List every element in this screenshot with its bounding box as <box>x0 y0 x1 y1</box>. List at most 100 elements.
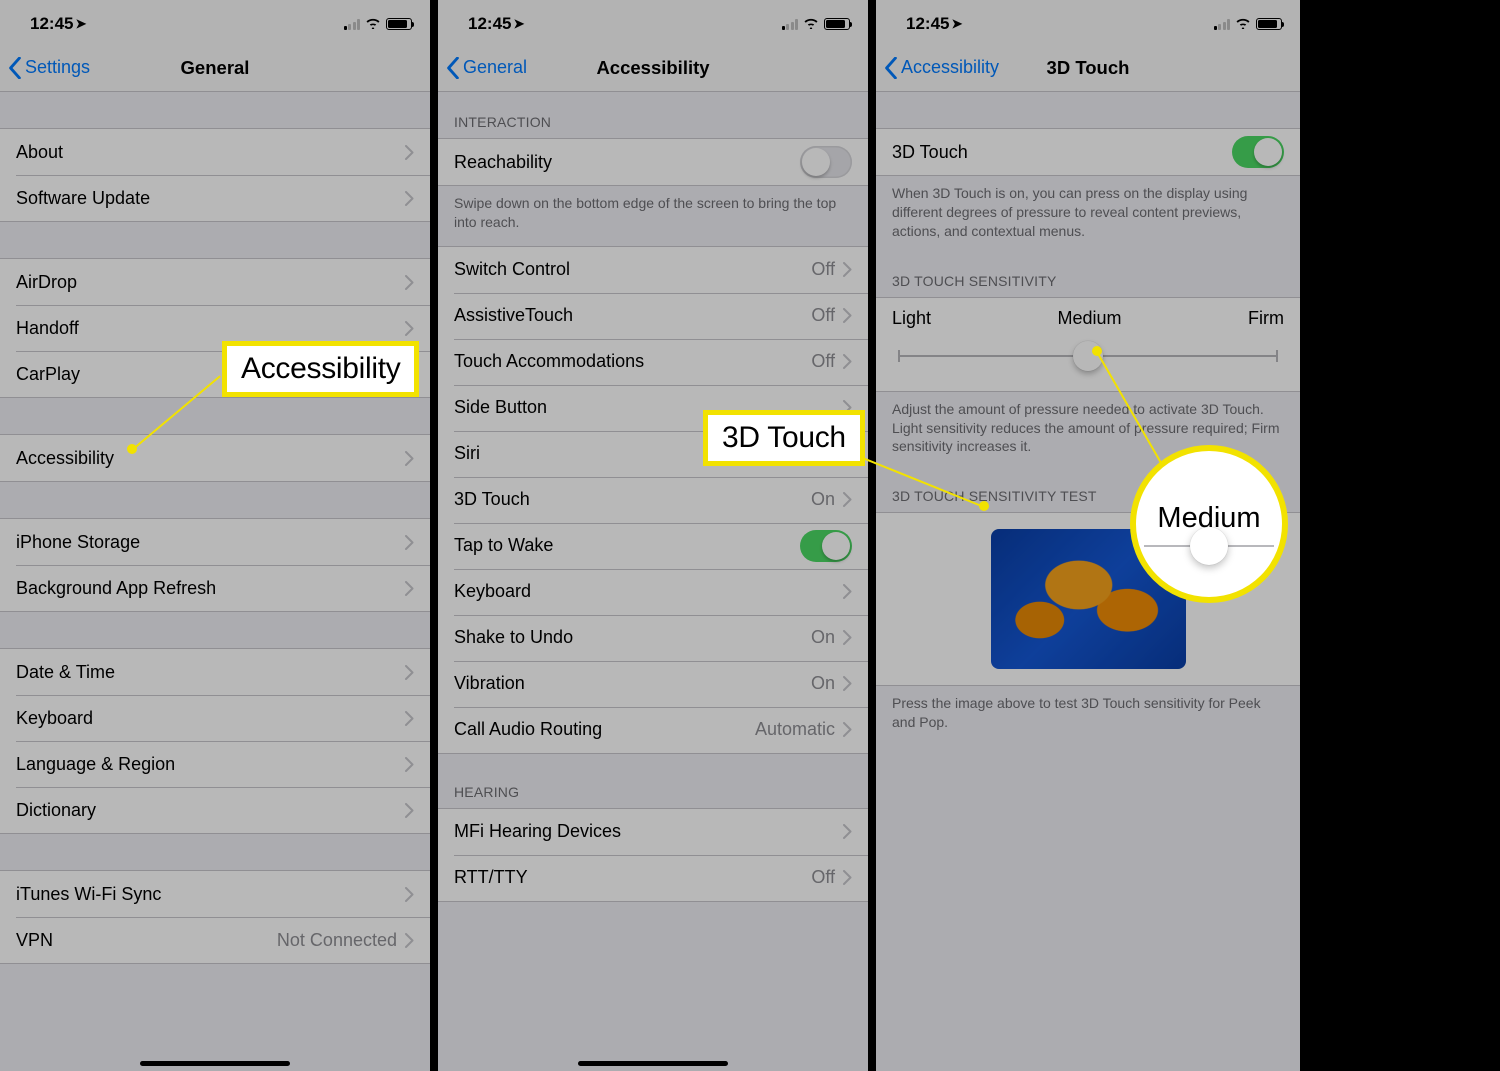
row-detail: Off <box>811 305 835 326</box>
row-3d-touch[interactable]: 3D TouchOn <box>438 477 868 523</box>
home-indicator[interactable] <box>140 1061 290 1066</box>
row-rtt-tty[interactable]: RTT/TTYOff <box>438 855 868 901</box>
row-label: Tap to Wake <box>454 535 800 556</box>
row-language-region[interactable]: Language & Region <box>0 741 430 787</box>
status-bar: 12:45➤ <box>876 0 1300 44</box>
home-indicator[interactable] <box>578 1061 728 1066</box>
row-software-update[interactable]: Software Update <box>0 175 430 221</box>
row-dictionary[interactable]: Dictionary <box>0 787 430 833</box>
toggle-reachability[interactable] <box>800 146 852 178</box>
row-detail: Off <box>811 867 835 888</box>
status-bar: 12:45➤ <box>438 0 868 44</box>
row-label: Keyboard <box>16 708 405 729</box>
row-background-app-refresh[interactable]: Background App Refresh <box>0 565 430 611</box>
slider-label-medium: Medium <box>1058 308 1122 329</box>
row-label: Software Update <box>16 188 405 209</box>
toggle-3dtouch[interactable] <box>1232 136 1284 168</box>
row-vibration[interactable]: VibrationOn <box>438 661 868 707</box>
row-airdrop[interactable]: AirDrop <box>0 259 430 305</box>
chevron-right-icon <box>405 451 414 466</box>
row-assistivetouch[interactable]: AssistiveTouchOff <box>438 293 868 339</box>
sensitivity-slider[interactable] <box>898 341 1278 371</box>
row-detail: Off <box>811 259 835 280</box>
status-bar: 12:45➤ <box>0 0 430 44</box>
row-iphone-storage[interactable]: iPhone Storage <box>0 519 430 565</box>
section-header-hearing: HEARING <box>438 754 868 808</box>
chevron-right-icon <box>405 803 414 818</box>
battery-icon <box>386 18 412 30</box>
status-time: 12:45 <box>468 14 511 33</box>
chevron-right-icon <box>405 275 414 290</box>
chevron-right-icon <box>843 584 852 599</box>
row-label: 3D Touch <box>454 489 811 510</box>
row-mfi-hearing-devices[interactable]: MFi Hearing Devices <box>438 809 868 855</box>
row-label: MFi Hearing Devices <box>454 821 843 842</box>
chevron-right-icon <box>405 933 414 948</box>
back-button[interactable]: Accessibility <box>884 57 999 79</box>
status-time: 12:45 <box>906 14 949 33</box>
row-label: Reachability <box>454 152 800 173</box>
row-call-audio-routing[interactable]: Call Audio RoutingAutomatic <box>438 707 868 753</box>
location-icon: ➤ <box>951 16 962 32</box>
row-label: Keyboard <box>454 581 843 602</box>
toggle[interactable] <box>800 530 852 562</box>
row-label: Handoff <box>16 318 405 339</box>
row-detail: On <box>811 627 835 648</box>
nav-bar: Settings General <box>0 44 430 92</box>
row-label: VPN <box>16 930 277 951</box>
row-tap-to-wake[interactable]: Tap to Wake <box>438 523 868 569</box>
back-button[interactable]: General <box>446 57 527 79</box>
row-label: Background App Refresh <box>16 578 405 599</box>
back-label: General <box>463 57 527 78</box>
row-label: Vibration <box>454 673 811 694</box>
battery-icon <box>1256 18 1282 30</box>
row-label: Touch Accommodations <box>454 351 811 372</box>
row-label: AssistiveTouch <box>454 305 811 326</box>
chevron-right-icon <box>843 492 852 507</box>
row-touch-accommodations[interactable]: Touch AccommodationsOff <box>438 339 868 385</box>
row-switch-control[interactable]: Switch ControlOff <box>438 247 868 293</box>
slider-label-firm: Firm <box>1248 308 1284 329</box>
chevron-right-icon <box>405 321 414 336</box>
row-keyboard[interactable]: Keyboard <box>0 695 430 741</box>
row-label: Shake to Undo <box>454 627 811 648</box>
back-label: Settings <box>25 57 90 78</box>
row-accessibility[interactable]: Accessibility <box>0 435 430 481</box>
row-label: Date & Time <box>16 662 405 683</box>
footer-3dtouch: When 3D Touch is on, you can press on th… <box>876 176 1300 255</box>
chevron-right-icon <box>405 145 414 160</box>
row-label: Language & Region <box>16 754 405 775</box>
callout-3dtouch: 3D Touch <box>703 410 865 466</box>
row-label: 3D Touch <box>892 142 1232 163</box>
row-date-time[interactable]: Date & Time <box>0 649 430 695</box>
nav-bar: Accessibility 3D Touch <box>876 44 1300 92</box>
row-keyboard[interactable]: Keyboard <box>438 569 868 615</box>
chevron-right-icon <box>843 870 852 885</box>
row-detail: Not Connected <box>277 930 397 951</box>
location-icon: ➤ <box>513 16 524 32</box>
row-label: iTunes Wi-Fi Sync <box>16 884 405 905</box>
back-button[interactable]: Settings <box>8 57 90 79</box>
chevron-right-icon <box>843 308 852 323</box>
chevron-left-icon <box>446 57 460 79</box>
wifi-icon <box>365 14 381 34</box>
chevron-left-icon <box>8 57 22 79</box>
row-vpn[interactable]: VPNNot Connected <box>0 917 430 963</box>
row-itunes-wi-fi-sync[interactable]: iTunes Wi-Fi Sync <box>0 871 430 917</box>
row-label: Call Audio Routing <box>454 719 755 740</box>
row-about[interactable]: About <box>0 129 430 175</box>
row-shake-to-undo[interactable]: Shake to UndoOn <box>438 615 868 661</box>
row-label: Dictionary <box>16 800 405 821</box>
chevron-right-icon <box>405 757 414 772</box>
cellular-icon <box>782 18 799 30</box>
chevron-right-icon <box>843 722 852 737</box>
callout-accessibility: Accessibility <box>222 341 419 397</box>
back-label: Accessibility <box>901 57 999 78</box>
row-detail: On <box>811 489 835 510</box>
cellular-icon <box>344 18 361 30</box>
chevron-right-icon <box>843 262 852 277</box>
chevron-left-icon <box>884 57 898 79</box>
chevron-right-icon <box>843 630 852 645</box>
row-3dtouch-toggle[interactable]: 3D Touch <box>876 129 1300 175</box>
row-reachability[interactable]: Reachability <box>438 139 868 185</box>
